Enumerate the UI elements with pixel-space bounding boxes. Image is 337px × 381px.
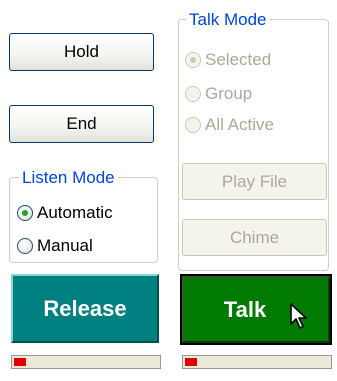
radio-checked-icon[interactable]	[17, 205, 33, 221]
radio-unchecked-icon[interactable]	[185, 117, 201, 133]
radio-label: Group	[205, 84, 253, 103]
radio-label: Automatic	[37, 203, 113, 222]
listen-level-meter	[11, 355, 161, 369]
chime-button[interactable]: Chime	[182, 219, 327, 256]
radio-label: Selected	[205, 50, 272, 69]
talk-selected-option[interactable]: Selected	[185, 50, 271, 70]
radio-unchecked-icon[interactable]	[17, 238, 33, 254]
talk-level-meter	[182, 355, 332, 369]
listen-level-fill	[14, 358, 26, 366]
play-file-button[interactable]: Play File	[182, 163, 327, 200]
radio-unchecked-icon[interactable]	[185, 86, 201, 102]
listen-manual-option[interactable]: Manual	[17, 236, 93, 256]
intercom-panel: Hold End Listen Mode Automatic Manual Re…	[0, 0, 337, 381]
talk-all-active-option[interactable]: All Active	[185, 115, 274, 135]
mouse-pointer-icon	[290, 303, 307, 329]
talk-group-option[interactable]: Group	[185, 84, 252, 104]
radio-checked-icon[interactable]	[185, 52, 201, 68]
talk-label: Talk	[223, 296, 267, 322]
talk-level-fill	[185, 358, 197, 366]
radio-label: Manual	[37, 236, 93, 255]
hold-button[interactable]: Hold	[9, 33, 154, 71]
radio-label: All Active	[205, 115, 274, 134]
release-button[interactable]: Release	[11, 274, 159, 343]
talk-mode-title: Talk Mode	[186, 10, 270, 30]
end-button[interactable]: End	[9, 105, 154, 143]
listen-mode-title: Listen Mode	[19, 168, 118, 188]
listen-automatic-option[interactable]: Automatic	[17, 203, 113, 223]
